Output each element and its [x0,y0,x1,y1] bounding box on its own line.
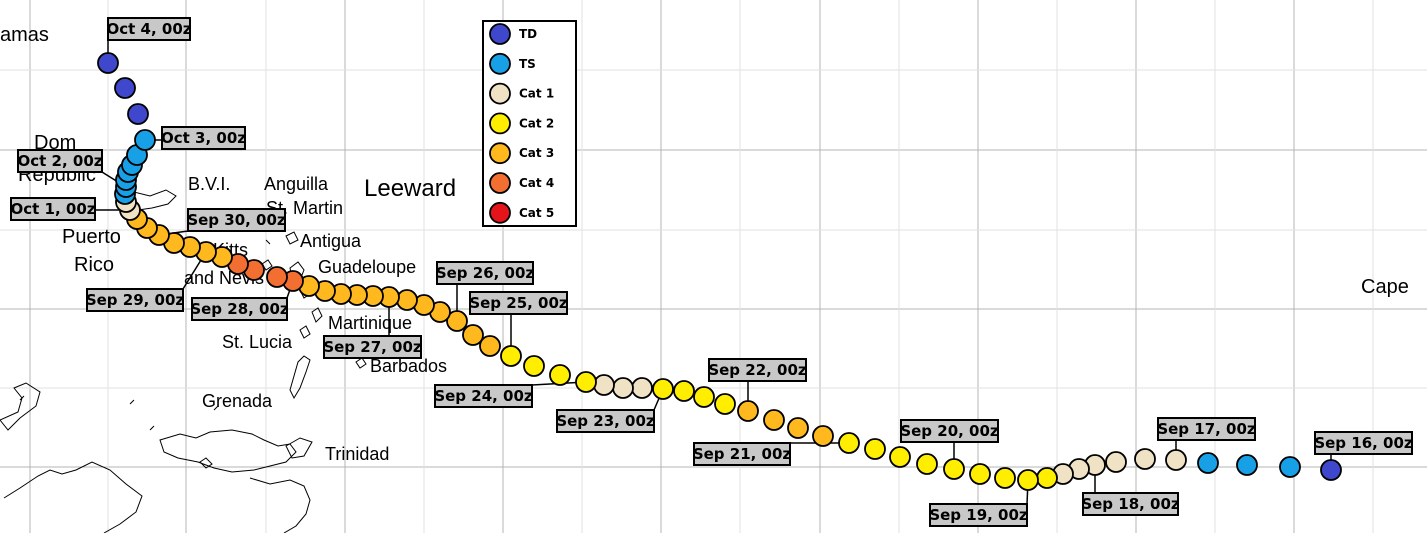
legend-label: TS [519,57,536,71]
track-point [812,425,834,447]
place-anguilla: Anguilla [264,174,329,194]
track-point [763,409,785,431]
track-point [943,458,965,480]
track-point [1134,448,1156,470]
place-trinidad: Trinidad [325,444,389,464]
place-st-lucia: St. Lucia [222,332,293,352]
legend-swatch [489,23,511,45]
legend-label: Cat 5 [519,206,554,220]
track-point [631,377,653,399]
track-point [127,103,149,125]
track-point [1017,469,1039,491]
track-point [97,52,119,74]
track-point [549,364,571,386]
date-label: Sep 19, 00z [929,506,1028,524]
track-point [673,380,695,402]
place-bahamas: amas [0,24,49,46]
place-leeward: Leeward [364,175,456,202]
place-cape: Cape [1361,276,1409,298]
intensity-legend: TD TS Cat 1 Cat 2 Cat 3 Cat 4 Cat 5 [482,20,577,227]
legend-swatch [489,82,511,105]
storm-track [97,52,1342,491]
track-point [523,355,545,377]
date-label: Sep 29, 00z [86,291,185,309]
date-label: Sep 30, 00z [187,211,286,229]
date-label: Sep 24, 00z [434,387,533,405]
legend-label: TD [519,27,537,41]
date-label: Oct 1, 00z [11,200,96,218]
place-rico: Rico [74,254,114,276]
track-point [1279,456,1301,478]
track-point [652,378,674,400]
legend-label: Cat 2 [519,116,554,130]
legend-swatch [489,172,511,194]
legend-swatch [489,201,511,224]
legend-swatch [489,112,511,135]
legend-swatch [489,52,511,75]
track-point [787,417,809,439]
legend-label: Cat 1 [519,87,554,101]
place-antigua: Antigua [300,231,362,251]
date-label: Sep 17, 00z [1157,420,1256,438]
track-point [1036,467,1058,489]
track-point [737,400,759,422]
track-point [1197,452,1219,474]
date-label: Sep 25, 00z [469,294,568,312]
track-point [969,463,991,485]
legend-swatch [489,142,511,165]
date-label: Sep 20, 00z [900,422,999,440]
place-grenada: Grenada [202,391,273,411]
date-label: Sep 28, 00z [190,300,289,318]
track-point [1105,451,1127,473]
track-point [1320,459,1342,481]
hurricane-track-map: amas Dom Republic B.V.I. Anguilla St. Ma… [0,0,1427,533]
track-point [575,371,597,393]
track-point [500,345,522,367]
date-label: Sep 27, 00z [323,338,422,356]
place-martinique: Martinique [328,313,412,333]
track-point [134,129,156,151]
track-point [838,432,860,454]
date-label: Oct 2, 00z [18,152,103,170]
track-point [889,446,911,468]
track-point [593,374,615,396]
date-label: Sep 26, 00z [436,264,535,282]
track-point [266,266,288,288]
date-label: Oct 3, 00z [161,129,246,147]
date-label: Sep 18, 00z [1081,495,1180,513]
date-label: Sep 22, 00z [708,361,807,379]
place-puerto: Puerto [62,226,121,248]
place-bvi: B.V.I. [188,174,230,194]
date-label: Sep 16, 00z [1314,434,1413,452]
legend-label: Cat 3 [519,146,554,160]
date-label: Sep 23, 00z [556,412,655,430]
track-point [1236,454,1258,476]
date-label: Sep 21, 00z [693,445,792,463]
track-point [1165,449,1187,471]
track-point [916,453,938,475]
track-point [612,377,634,399]
place-guadeloupe: Guadeloupe [318,257,416,277]
track-point [864,438,886,460]
track-point [462,324,484,346]
track-point [693,386,715,408]
legend-label: Cat 4 [519,176,554,190]
date-label: Oct 4, 00z [107,20,192,38]
track-point [994,467,1016,489]
track-point [396,289,418,311]
track-point [114,77,136,99]
track-point [714,393,736,415]
